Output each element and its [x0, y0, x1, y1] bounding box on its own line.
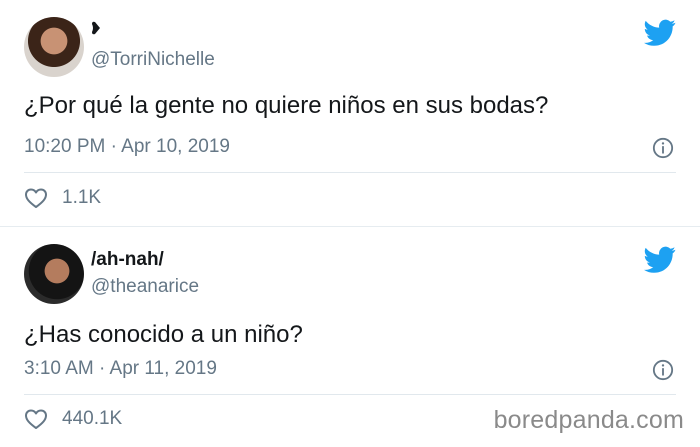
heart-emoji-icon — [92, 21, 100, 35]
divider — [24, 394, 676, 395]
display-name[interactable]: /ah-nah/ — [91, 249, 164, 271]
info-icon[interactable] — [652, 137, 674, 159]
tweet-card: @TorriNichelle ¿Por qué la gente no quie… — [0, 0, 700, 226]
like-action[interactable]: 1.1K — [24, 187, 101, 209]
info-icon[interactable] — [652, 359, 674, 381]
heart-icon[interactable] — [24, 408, 48, 430]
tweet-timestamp[interactable]: 10:20 PM · Apr 10, 2019 — [24, 136, 230, 158]
like-count: 1.1K — [62, 187, 102, 208]
twitter-bird-icon[interactable] — [644, 19, 676, 47]
display-name[interactable] — [91, 17, 101, 39]
tweet-text: ¿Por qué la gente no quiere niños en sus… — [24, 92, 549, 119]
tweet-timestamp[interactable]: 3:10 AM · Apr 11, 2019 — [24, 358, 217, 380]
watermark: boredpanda.com — [493, 406, 684, 434]
tweet-text: ¿Has conocido a un niño? — [24, 321, 303, 348]
twitter-bird-icon[interactable] — [644, 246, 676, 274]
avatar[interactable] — [24, 244, 84, 304]
like-action[interactable]: 440.1K — [24, 408, 122, 430]
user-handle[interactable]: @theanarice — [91, 276, 199, 298]
heart-icon[interactable] — [24, 187, 48, 209]
like-count: 440.1K — [62, 408, 123, 429]
avatar[interactable] — [24, 17, 84, 77]
user-handle[interactable]: @TorriNichelle — [91, 49, 215, 71]
divider — [24, 172, 676, 173]
